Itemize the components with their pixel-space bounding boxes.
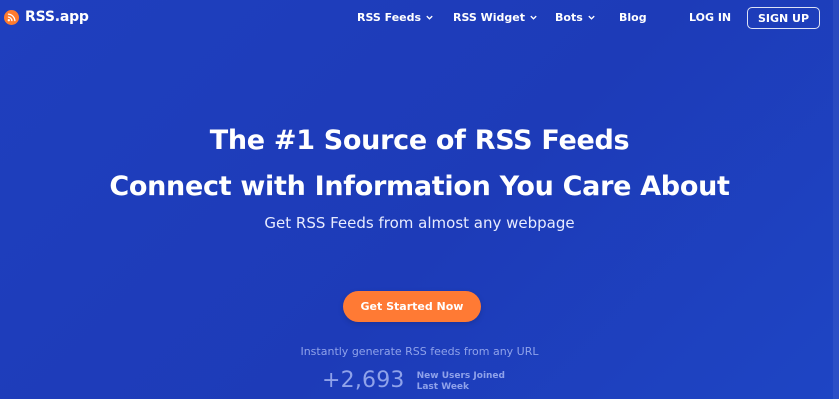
nav-bots[interactable]: Bots [555, 11, 596, 24]
new-users-count: +2,693 [322, 368, 405, 393]
chevron-down-icon [588, 15, 595, 20]
chevron-down-icon [530, 15, 537, 20]
new-users-stat: +2,693 New Users Joined Last Week [322, 366, 505, 396]
signup-button-label: SIGN UP [757, 11, 810, 25]
hero-tagline: Instantly generate RSS feeds from any UR… [300, 345, 539, 358]
nav-bots-label: Bots [555, 11, 583, 24]
new-users-label: New Users Joined Last Week [417, 366, 505, 393]
nav-blog-label: Blog [619, 11, 647, 24]
rss-icon [4, 9, 19, 25]
get-started-button-label: Get Started Now [360, 300, 464, 313]
get-started-button[interactable]: Get Started Now [343, 291, 481, 322]
hero-title-line-2: Connect with Information You Care About [109, 171, 730, 202]
hero-title: The #1 Source of RSS Feeds Connect with … [0, 118, 839, 210]
new-users-label-line-1: New Users Joined [416, 371, 505, 381]
hero-subtitle: Get RSS Feeds from almost any webpage [264, 214, 575, 232]
nav-rss-feeds-label: RSS Feeds [357, 11, 422, 24]
hero-title-line-1: The #1 Source of RSS Feeds [209, 125, 630, 156]
nav-rss-widget-label: RSS Widget [453, 11, 526, 24]
brand-logo[interactable]: RSS.app [4, 9, 89, 25]
nav-blog[interactable]: Blog [619, 11, 647, 24]
new-users-label-line-2: Last Week [416, 382, 470, 392]
login-link[interactable]: LOG IN [689, 11, 731, 24]
nav-rss-widget[interactable]: RSS Widget [453, 11, 538, 24]
navbar: RSS.app RSS Feeds RSS Widget Bots Blog L… [0, 0, 839, 38]
brand-name: RSS.app [25, 9, 89, 25]
nav-rss-feeds[interactable]: RSS Feeds [357, 11, 434, 24]
chevron-down-icon [426, 15, 433, 20]
signup-button[interactable]: SIGN UP [747, 7, 820, 29]
